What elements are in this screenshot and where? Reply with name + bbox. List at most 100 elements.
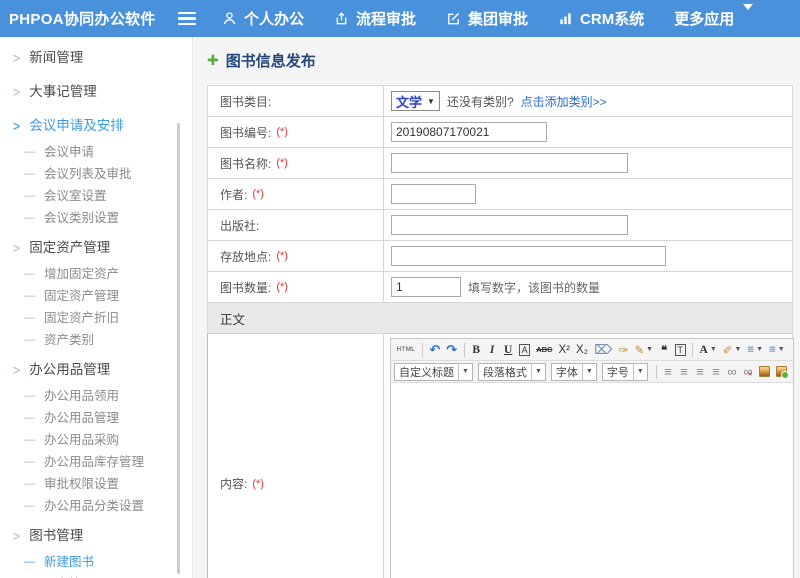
topbar-menu-crm-system[interactable]: CRM系统 (558, 8, 644, 29)
sidebar-group-图书管理[interactable]: >图书管理 (0, 521, 192, 551)
toolbar-separator (464, 343, 465, 357)
sidebar-item-办公用品采购[interactable]: —办公用品采购 (0, 429, 192, 451)
topbar-menu-workflow-approval[interactable]: 流程审批 (334, 8, 416, 29)
form-row-book-category: 图书类目:文学▼还没有类别?点击添加类别>> (208, 86, 792, 117)
topbar-menu-group-approval[interactable]: 集团审批 (446, 8, 528, 29)
redo-button[interactable]: ↷ (444, 341, 460, 359)
book-no-input[interactable] (391, 122, 547, 142)
dash-icon: — (24, 332, 35, 348)
unlink-button[interactable]: ∞ (741, 363, 756, 381)
bold-icon: B (472, 344, 480, 356)
sidebar-item-办公用品管理[interactable]: —办公用品管理 (0, 407, 192, 429)
unordered-list-button[interactable]: ≡▼ (767, 341, 788, 359)
caret-down-icon: ▼ (778, 346, 785, 353)
align-left-button[interactable]: ≡ (661, 363, 676, 381)
dash-icon: — (24, 454, 35, 470)
sidebar-item-会议列表及审批[interactable]: —会议列表及审批 (0, 163, 192, 185)
remove-format-button[interactable]: ✑ (616, 341, 631, 359)
caret-down-icon (741, 10, 753, 27)
sidebar-item-办公用品分类设置[interactable]: —办公用品分类设置 (0, 495, 192, 517)
insert-online-image-icon (776, 366, 787, 377)
char-border-button[interactable]: A (517, 341, 533, 359)
eraser-button[interactable]: ⌦ (592, 341, 615, 359)
editor-content[interactable] (391, 383, 793, 578)
sidebar-item-审批权限设置[interactable]: —审批权限设置 (0, 473, 192, 495)
sidebar-scrollbar[interactable] (177, 123, 180, 574)
align-center-button[interactable]: ≡ (677, 363, 692, 381)
editor-toolbar-row-1: HTML↶↷BIUAABCX²X₂⌦✑✎▼❝TA▼✐▼≡▼≡▼ (391, 339, 793, 361)
paste-as-text-button[interactable]: T (673, 341, 689, 359)
sidebar-item-新建图书[interactable]: —新建图书 (0, 551, 192, 573)
char-border-icon: A (519, 344, 530, 356)
field-label-text: 图书编号: (220, 124, 271, 141)
sidebar-item-会议室设置[interactable]: —会议室设置 (0, 185, 192, 207)
bold-button[interactable]: B (469, 341, 484, 359)
field-label-publisher: 出版社: (208, 210, 384, 240)
caret-down-icon: ▼ (710, 346, 717, 353)
sidebar-item-固定资产折旧[interactable]: —固定资产折旧 (0, 307, 192, 329)
toolbar-select-字体[interactable]: 字体▼ (551, 363, 597, 381)
add-category-link[interactable]: 点击添加类别>> (521, 93, 607, 110)
dash-icon: — (24, 188, 35, 204)
insert-link-button[interactable]: ∞ (725, 363, 740, 381)
topbar-menu-personal-office[interactable]: 个人办公 (222, 8, 304, 29)
html-source-button[interactable]: HTML (394, 341, 418, 359)
font-color-button[interactable]: A▼ (697, 341, 719, 359)
quantity-hint: 填写数字，该图书的数量 (468, 279, 600, 296)
required-marker: (*) (252, 188, 264, 200)
caret-down-icon: ▼ (458, 364, 472, 380)
sidebar-item-办公用品领用[interactable]: —办公用品领用 (0, 385, 192, 407)
toolbar-select-字号[interactable]: 字号▼ (602, 363, 648, 381)
author-input[interactable] (391, 184, 476, 204)
format-painter-icon: ✎ (634, 343, 644, 357)
align-center-icon: ≡ (680, 364, 688, 379)
sidebar-group-固定资产管理[interactable]: >固定资产管理 (0, 233, 192, 263)
toolbar-separator (656, 365, 657, 379)
sidebar-group-会议申请及安排[interactable]: >会议申请及安排 (0, 111, 192, 141)
format-painter-button[interactable]: ✎▼ (632, 341, 656, 359)
form-row-quantity: 图书数量:(*)填写数字，该图书的数量 (208, 272, 792, 303)
align-right-button[interactable]: ≡ (693, 363, 708, 381)
sidebar-item-会议类别设置[interactable]: —会议类别设置 (0, 207, 192, 229)
sidebar-group-大事记管理[interactable]: >大事记管理 (0, 77, 192, 107)
ordered-list-button[interactable]: ≡▼ (745, 341, 766, 359)
toolbar-select-自定义标题[interactable]: 自定义标题▼ (394, 363, 473, 381)
location-input[interactable] (391, 246, 666, 266)
chevron-right-icon: > (13, 48, 20, 68)
insert-online-image-button[interactable] (774, 363, 790, 381)
toolbar-select-段落格式[interactable]: 段落格式▼ (478, 363, 546, 381)
book-category-select[interactable]: 文学▼ (391, 91, 440, 111)
unlink-icon: ∞ (743, 364, 752, 379)
book-name-input[interactable] (391, 153, 628, 173)
sidebar-item-固定资产管理[interactable]: —固定资产管理 (0, 285, 192, 307)
strikethrough-button[interactable]: ABC (534, 341, 555, 359)
topbar: PHPOA协同办公软件 个人办公流程审批集团审批CRM系统更多应用 (0, 0, 800, 37)
html-source-icon: HTML (397, 346, 416, 353)
publisher-input[interactable] (391, 215, 628, 235)
undo-button[interactable]: ↶ (427, 341, 443, 359)
field-value-location (384, 241, 792, 271)
quantity-input[interactable] (391, 277, 461, 297)
underline-button[interactable]: U (501, 341, 516, 359)
highlight-button[interactable]: ✐▼ (720, 341, 744, 359)
sidebar-group-办公用品管理[interactable]: >办公用品管理 (0, 355, 192, 385)
blockquote-button[interactable]: ❝ (657, 341, 672, 359)
field-value-quantity: 填写数字，该图书的数量 (384, 272, 792, 302)
italic-button[interactable]: I (485, 341, 500, 359)
sidebar-group-新闻管理[interactable]: >新闻管理 (0, 43, 192, 73)
align-justify-button[interactable]: ≡ (709, 363, 724, 381)
sidebar-item-图书管理[interactable]: —图书管理 (0, 573, 192, 578)
subscript-button[interactable]: X₂ (573, 341, 590, 359)
form-row-location: 存放地点:(*) (208, 241, 792, 272)
hamburger-menu-icon[interactable] (178, 12, 196, 25)
superscript-button[interactable]: X² (556, 341, 573, 359)
topbar-menu-more-apps[interactable]: 更多应用 (674, 8, 753, 29)
field-value-book-no (384, 117, 792, 147)
sidebar-item-会议申请[interactable]: —会议申请 (0, 141, 192, 163)
insert-image-button[interactable] (757, 363, 773, 381)
sidebar-item-办公用品库存管理[interactable]: —办公用品库存管理 (0, 451, 192, 473)
sidebar-item-增加固定资产[interactable]: —增加固定资产 (0, 263, 192, 285)
required-marker: (*) (252, 478, 264, 490)
topbar-menu-label: CRM系统 (580, 8, 644, 29)
sidebar-item-资产类别[interactable]: —资产类别 (0, 329, 192, 351)
